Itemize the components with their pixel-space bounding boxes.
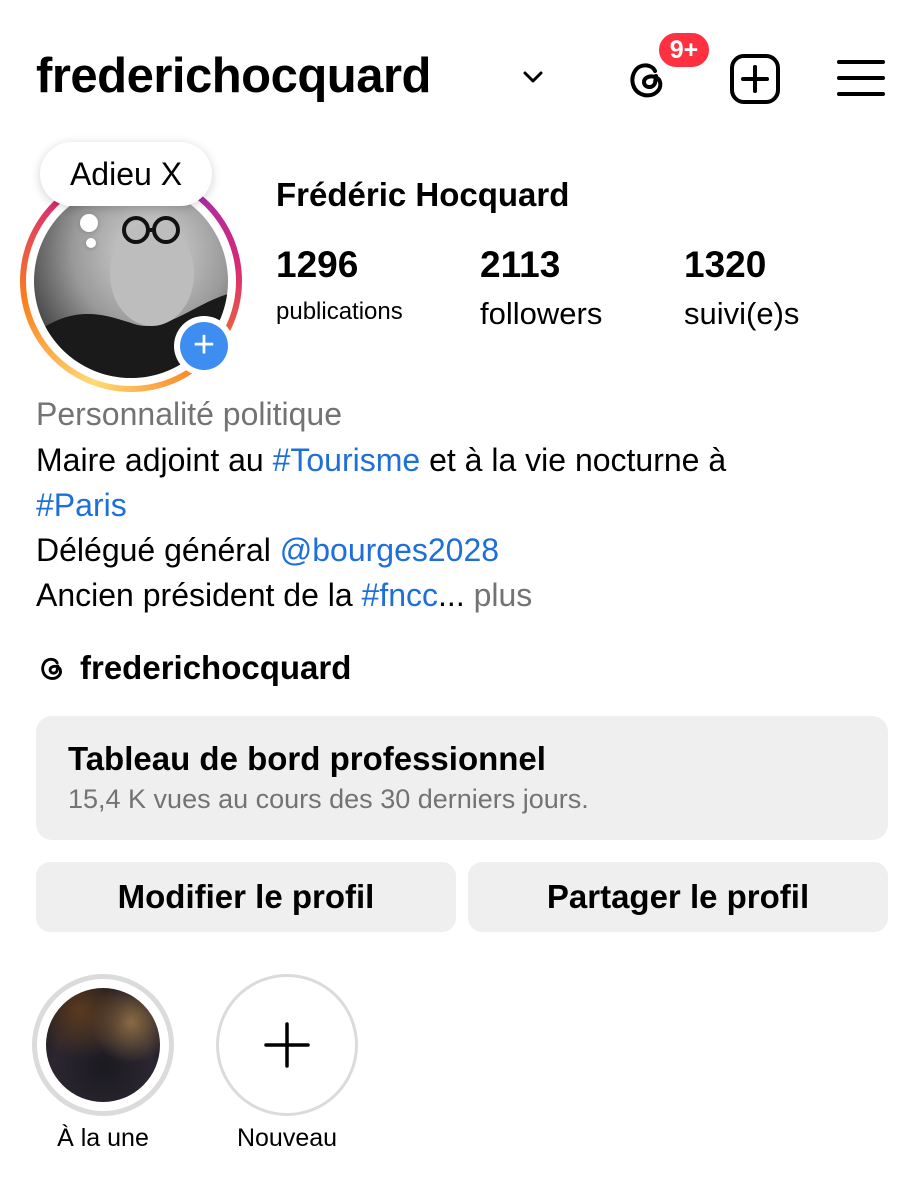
bio-text: et à la vie nocturne à: [420, 442, 727, 478]
bio-text: Ancien président de la: [36, 577, 362, 613]
bio-line-1: Maire adjoint au #Tourisme et à la vie n…: [36, 438, 896, 483]
bio-line-2: #Paris: [36, 483, 896, 528]
highlight-a-la-une[interactable]: [46, 988, 160, 1102]
followers-count[interactable]: 2113: [480, 244, 560, 286]
highlight-label: À la une: [57, 1124, 149, 1152]
followers-label[interactable]: followers: [480, 296, 602, 332]
profile-bio: Maire adjoint au #Tourisme et à la vie n…: [36, 438, 896, 618]
following-label[interactable]: suivi(e)s: [684, 296, 799, 332]
chevron-down-icon[interactable]: [518, 62, 548, 92]
bio-text: Maire adjoint au: [36, 442, 273, 478]
bio-more-link[interactable]: plus: [465, 577, 533, 613]
notification-badge: 9+: [656, 30, 712, 70]
threads-handle: frederichocquard: [80, 649, 352, 686]
bio-line-4: Ancien président de la #fncc... plus: [36, 573, 896, 618]
new-highlight-label: Nouveau: [236, 1124, 338, 1152]
hashtag-link[interactable]: #Tourisme: [273, 442, 421, 478]
threads-icon: [41, 657, 62, 680]
edit-profile-button[interactable]: Modifier le profil: [36, 862, 456, 932]
new-highlight-button[interactable]: [216, 974, 358, 1116]
dashboard-title: Tableau de bord professionnel: [68, 740, 546, 777]
posts-label: publications: [276, 298, 403, 325]
add-story-button[interactable]: +: [180, 322, 228, 370]
bio-line-3: Délégué général @bourges2028: [36, 528, 896, 573]
hashtag-link[interactable]: #Paris: [36, 487, 127, 523]
mention-link[interactable]: @bourges2028: [280, 532, 499, 568]
threads-profile-link[interactable]: frederichocquard: [36, 646, 351, 690]
hashtag-link[interactable]: #fncc: [362, 577, 438, 613]
professional-dashboard-card[interactable]: [36, 716, 888, 840]
profile-note[interactable]: Adieu X: [40, 142, 212, 206]
create-post-icon[interactable]: [728, 52, 782, 106]
plus-icon: [264, 1022, 310, 1068]
share-profile-button[interactable]: Partager le profil: [468, 862, 888, 932]
profile-full-name: Frédéric Hocquard: [276, 176, 570, 213]
menu-icon[interactable]: [836, 56, 886, 100]
note-text: Adieu X: [69, 155, 183, 192]
bio-text: Délégué général: [36, 532, 280, 568]
note-bubble-dot: [80, 214, 98, 232]
posts-count[interactable]: 1296: [276, 244, 358, 286]
following-count[interactable]: 1320: [684, 244, 766, 286]
profile-category: Personnalité politique: [36, 396, 342, 432]
profile-username[interactable]: frederichocquard: [36, 44, 431, 108]
bio-ellipsis: ...: [438, 577, 465, 613]
dashboard-subtitle: 15,4 K vues au cours des 30 derniers jou…: [68, 784, 589, 814]
note-bubble-dot-small: [86, 238, 96, 248]
